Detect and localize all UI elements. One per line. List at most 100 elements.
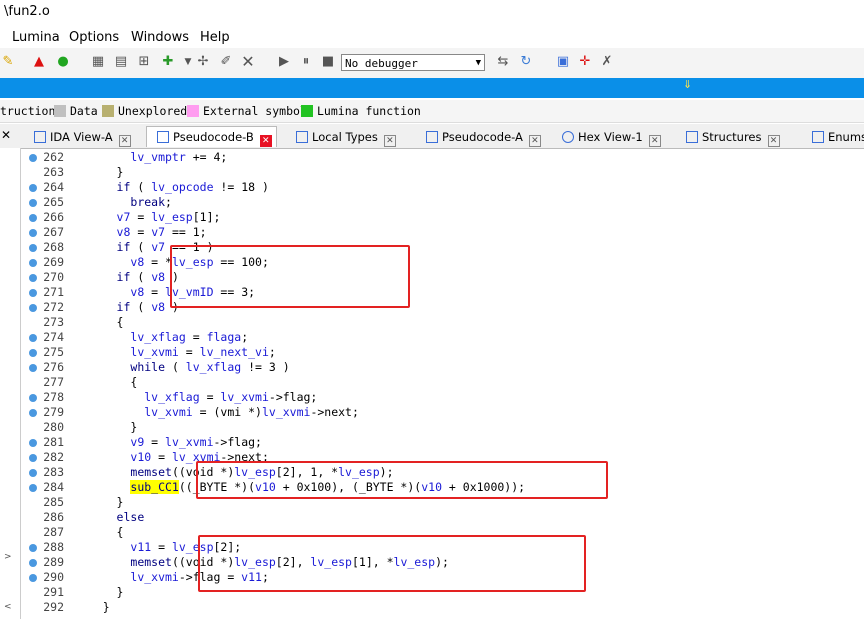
breakpoint-dot-icon[interactable] bbox=[29, 244, 37, 252]
code-text[interactable]: { bbox=[75, 315, 124, 330]
code-line[interactable]: 281 v9 = lv_xvmi->flag; bbox=[0, 435, 864, 450]
tab-pseudocode-b[interactable]: Pseudocode-B ✕ bbox=[146, 126, 277, 147]
code-text[interactable]: v9 = lv_xvmi->flag; bbox=[75, 435, 262, 450]
code-text[interactable]: lv_xvmi = (vmi *)lv_xvmi->next; bbox=[75, 405, 359, 420]
menu-windows[interactable]: Windows bbox=[131, 30, 189, 45]
navigation-band[interactable]: ⇓ bbox=[0, 78, 864, 98]
code-text[interactable]: v7 = lv_esp[1]; bbox=[75, 210, 221, 225]
code-text[interactable]: else bbox=[75, 510, 145, 525]
code-line[interactable]: 276 while ( lv_xflag != 3 ) bbox=[0, 360, 864, 375]
breakpoint-dot-icon[interactable] bbox=[29, 154, 37, 162]
breakpoint-dot-icon[interactable] bbox=[29, 289, 37, 297]
code-line[interactable]: 271 v8 = lv_vmID == 3; bbox=[0, 285, 864, 300]
breakpoint-dot-icon[interactable] bbox=[29, 274, 37, 282]
code-text[interactable]: lv_xflag = flaga; bbox=[75, 330, 248, 345]
code-text[interactable]: if ( lv_opcode != 18 ) bbox=[75, 180, 269, 195]
breakpoint-dot-icon[interactable] bbox=[29, 364, 37, 372]
debugger-select[interactable]: No debugger ▼ bbox=[341, 54, 485, 71]
code-line[interactable]: 265 break; bbox=[0, 195, 864, 210]
code-line[interactable]: 264 if ( lv_opcode != 18 ) bbox=[0, 180, 864, 195]
code-line[interactable]: 275 lv_xvmi = lv_next_vi; bbox=[0, 345, 864, 360]
pause-icon[interactable]: ⏸ bbox=[298, 54, 314, 70]
left-pane-close-icon[interactable]: ✕ bbox=[1, 128, 11, 142]
code-line[interactable]: 278 lv_xflag = lv_xvmi->flag; bbox=[0, 390, 864, 405]
breakpoint-dot-icon[interactable] bbox=[29, 409, 37, 417]
step-icon[interactable]: ↻ bbox=[518, 54, 534, 70]
play-icon[interactable]: ▶ bbox=[276, 54, 292, 70]
menu-options[interactable]: Options bbox=[69, 30, 119, 45]
tab-hex-view-1[interactable]: Hex View-1 ✕ bbox=[562, 127, 661, 147]
breakpoint-dot-icon[interactable] bbox=[29, 304, 37, 312]
code-text[interactable]: { bbox=[75, 525, 124, 540]
code-text[interactable]: { bbox=[75, 375, 137, 390]
breakpoint-dot-icon[interactable] bbox=[29, 214, 37, 222]
menu-help[interactable]: Help bbox=[200, 30, 230, 45]
tab-structures[interactable]: Structures ✕ bbox=[686, 127, 780, 147]
code-line[interactable]: 279 lv_xvmi = (vmi *)lv_xvmi->next; bbox=[0, 405, 864, 420]
code-text[interactable]: while ( lv_xflag != 3 ) bbox=[75, 360, 289, 375]
code-text[interactable]: } bbox=[75, 495, 124, 510]
code-line[interactable]: 274 lv_xflag = flaga; bbox=[0, 330, 864, 345]
breakpoint-dot-icon[interactable] bbox=[29, 229, 37, 237]
breakpoint-dot-icon[interactable] bbox=[29, 259, 37, 267]
breakpoint-dot-icon[interactable] bbox=[29, 574, 37, 582]
undefine-icon[interactable]: ✢ bbox=[195, 54, 211, 70]
breakpoint-add-icon[interactable]: ✛ bbox=[577, 54, 593, 70]
code-text[interactable]: } bbox=[75, 600, 110, 615]
code-text[interactable]: lv_vmptr += 4; bbox=[75, 150, 227, 165]
tab-pseudocode-a[interactable]: Pseudocode-A ✕ bbox=[426, 127, 541, 147]
code-text[interactable]: lv_xflag = lv_xvmi->flag; bbox=[75, 390, 317, 405]
code-line[interactable]: 267 v8 = v7 == 1; bbox=[0, 225, 864, 240]
code-line[interactable]: 277 { bbox=[0, 375, 864, 390]
code-icon[interactable]: ▦ bbox=[90, 54, 106, 70]
code-line[interactable]: 263 } bbox=[0, 165, 864, 180]
code-text[interactable]: v8 = v7 == 1; bbox=[75, 225, 207, 240]
code-line[interactable]: 268 if ( v7 == 1 ) bbox=[0, 240, 864, 255]
code-text[interactable]: if ( v8 ) bbox=[75, 270, 179, 285]
rename-icon[interactable]: ✐ bbox=[218, 54, 234, 70]
breakpoint-dot-icon[interactable] bbox=[29, 544, 37, 552]
code-line[interactable]: 269 v8 = *lv_esp == 100; bbox=[0, 255, 864, 270]
menu-lumina[interactable]: Lumina bbox=[12, 30, 60, 45]
breakpoint-dot-icon[interactable] bbox=[29, 199, 37, 207]
code-text[interactable]: break; bbox=[75, 195, 172, 210]
breakpoint-dot-icon[interactable] bbox=[29, 184, 37, 192]
breakpoint-remove-icon[interactable]: ✗ bbox=[599, 54, 615, 70]
dropdown-chevron-icon[interactable]: ▼ bbox=[180, 54, 196, 70]
breakpoint-list-icon[interactable]: ▣ bbox=[555, 54, 571, 70]
code-text[interactable]: } bbox=[75, 420, 137, 435]
data-icon[interactable]: ▤ bbox=[113, 54, 129, 70]
attach-icon[interactable]: ⇆ bbox=[495, 54, 511, 70]
green-circle-icon[interactable]: ● bbox=[55, 54, 71, 70]
code-line[interactable]: 286 else bbox=[0, 510, 864, 525]
tab-local-types[interactable]: Local Types ✕ bbox=[296, 127, 396, 147]
code-text[interactable]: } bbox=[75, 585, 124, 600]
breakpoint-dot-icon[interactable] bbox=[29, 349, 37, 357]
warning-icon[interactable]: ▲ bbox=[31, 54, 47, 70]
breakpoint-dot-icon[interactable] bbox=[29, 469, 37, 477]
code-line[interactable]: 292 } bbox=[0, 600, 864, 615]
code-text[interactable]: } bbox=[75, 165, 124, 180]
breakpoint-dot-icon[interactable] bbox=[29, 334, 37, 342]
close-icon[interactable]: ✕ bbox=[383, 135, 396, 147]
breakpoint-dot-icon[interactable] bbox=[29, 484, 37, 492]
breakpoint-dot-icon[interactable] bbox=[29, 394, 37, 402]
code-line[interactable]: 266 v7 = lv_esp[1]; bbox=[0, 210, 864, 225]
code-line[interactable]: 273 { bbox=[0, 315, 864, 330]
close-icon[interactable]: ✕ bbox=[528, 135, 541, 147]
close-icon[interactable]: ✕ bbox=[118, 135, 131, 147]
code-line[interactable]: 280 } bbox=[0, 420, 864, 435]
breakpoint-dot-icon[interactable] bbox=[29, 559, 37, 567]
edit-icon[interactable]: ✎ bbox=[0, 54, 16, 70]
code-line[interactable]: 270 if ( v8 ) bbox=[0, 270, 864, 285]
stop-icon[interactable]: ■ bbox=[320, 54, 336, 70]
code-line[interactable]: 272 if ( v8 ) bbox=[0, 300, 864, 315]
breakpoint-dot-icon[interactable] bbox=[29, 454, 37, 462]
close-icon[interactable]: ✕ bbox=[648, 135, 661, 147]
add-struct-icon[interactable]: ✚ bbox=[160, 54, 176, 70]
code-text[interactable]: lv_xvmi = lv_next_vi; bbox=[75, 345, 275, 360]
close-icon[interactable]: ✕ bbox=[259, 135, 272, 147]
tab-enums[interactable]: Enums bbox=[812, 127, 864, 147]
tab-ida-view-a[interactable]: IDA View-A ✕ bbox=[34, 127, 131, 147]
close-x-icon[interactable]: ✕ bbox=[240, 54, 256, 70]
